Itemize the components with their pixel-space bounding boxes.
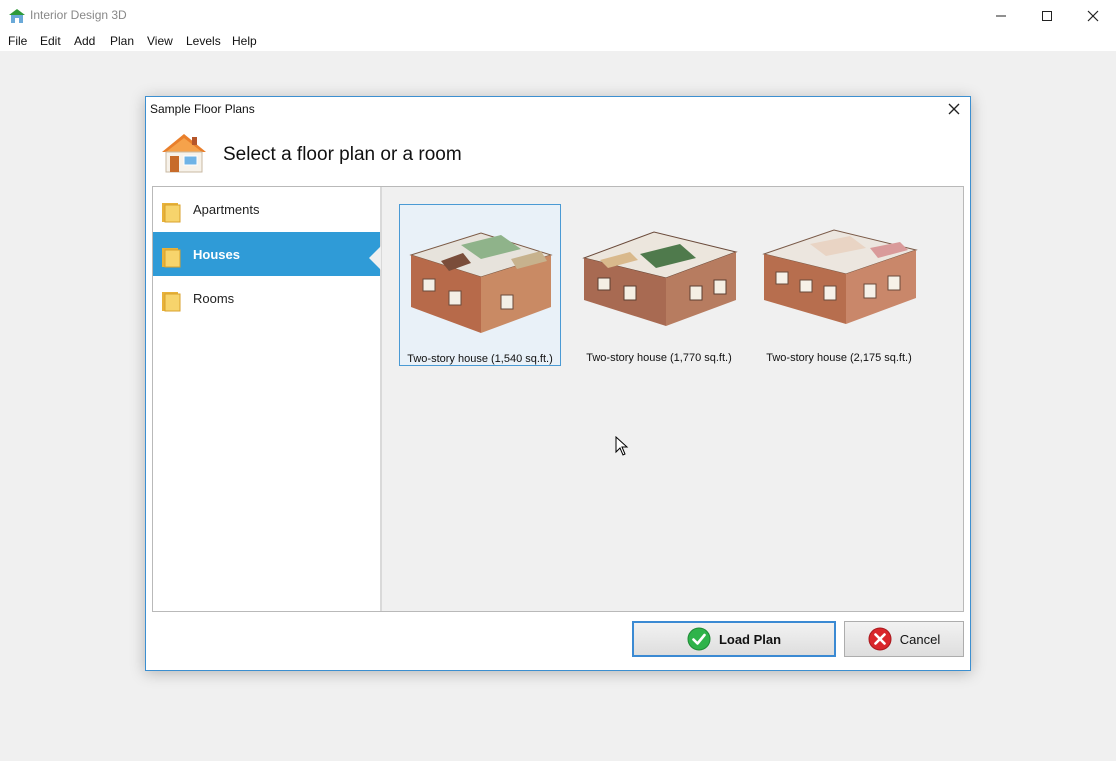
category-label: Rooms [193,291,235,306]
folder-icon [162,292,181,312]
plan-label: Two-story house (1,540 sq.ft.) [407,353,553,365]
load-plan-button[interactable]: Load Plan [632,621,836,657]
app-title: Interior Design 3D [30,8,127,22]
dialog-heading: Select a floor plan or a room [223,144,462,165]
load-plan-label: Load Plan [718,631,782,647]
cancel-icon [868,627,892,651]
category-label: Houses [193,247,240,262]
menubar: File Edit Add Plan View Levels Help [0,31,1116,51]
category-rooms[interactable]: Rooms [153,276,380,320]
cancel-label: Cancel [899,631,941,647]
plan-card[interactable]: Two-story house (1,770 sq.ft.) [579,204,741,366]
maximize-button[interactable] [1024,0,1070,31]
close-button[interactable] [1070,0,1116,31]
plan-thumbnail [762,229,918,324]
menu-plan[interactable]: Plan [110,34,134,48]
plan-thumbnail [582,231,738,326]
sample-floor-plans-dialog: Sample Floor Plans Select a floor plan o… [145,96,971,671]
checkmark-icon [687,627,711,651]
content-panel: Apartments Houses SOFTPEDIA Rooms Two-st… [152,186,964,612]
menu-edit[interactable]: Edit [40,34,61,48]
category-houses[interactable]: Houses SOFTPEDIA [153,232,449,314]
category-apartments[interactable]: Apartments [153,187,380,231]
folder-icon [162,248,181,268]
close-icon [948,103,960,115]
cursor-icon [615,436,629,456]
menu-file[interactable]: File [8,34,27,48]
menu-view[interactable]: View [147,34,173,48]
menu-help[interactable]: Help [232,34,257,48]
floor-plan-gallery: Two-story house (1,540 sq.ft.) Two-story… [382,187,963,611]
minimize-icon [996,15,1006,16]
cancel-button[interactable]: Cancel [844,621,964,657]
menu-levels[interactable]: Levels [186,34,221,48]
house-icon [162,134,206,173]
app-house-icon [9,9,25,23]
plan-label: Two-story house (2,175 sq.ft.) [766,352,912,364]
folder-icon [162,203,181,223]
selection-arrow [369,246,381,270]
dialog-title: Sample Floor Plans [150,102,255,116]
dialog-close-button[interactable] [942,99,966,119]
plan-card[interactable]: Two-story house (2,175 sq.ft.) [759,204,921,366]
menu-add[interactable]: Add [74,34,95,48]
maximize-icon [1042,10,1052,21]
plan-card[interactable]: Two-story house (1,540 sq.ft.) [399,204,561,366]
app-titlebar: Interior Design 3D [0,0,1116,31]
plan-label: Two-story house (1,770 sq.ft.) [586,352,732,364]
close-icon [1087,10,1099,21]
minimize-button[interactable] [978,0,1024,31]
category-label: Apartments [193,202,260,217]
plan-thumbnail [409,232,553,333]
category-list: Apartments Houses SOFTPEDIA Rooms [153,187,449,611]
